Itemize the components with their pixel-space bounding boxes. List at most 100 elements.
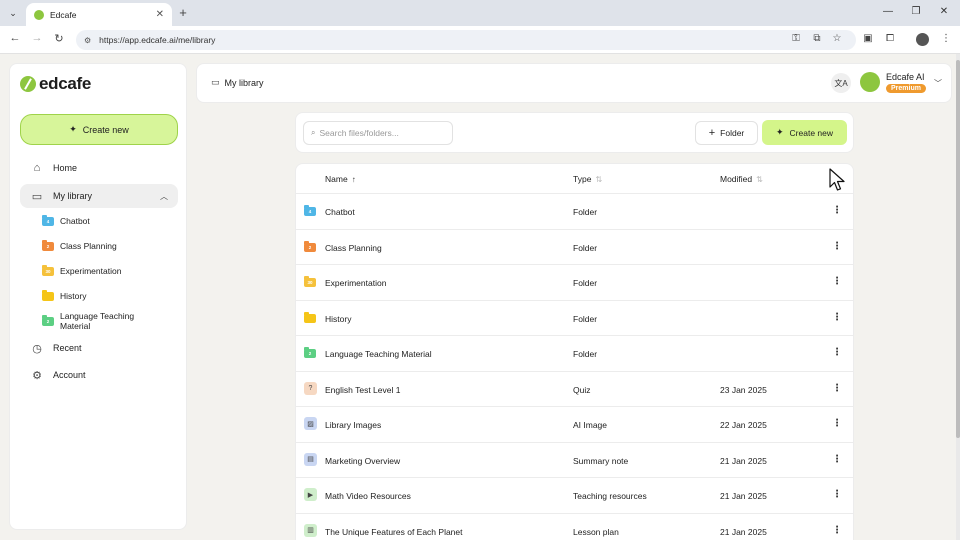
profile-avatar[interactable]: [916, 33, 929, 46]
forward-icon[interactable]: →: [30, 32, 44, 44]
avatar[interactable]: [860, 72, 880, 92]
row-name[interactable]: Marketing Overview: [325, 456, 400, 466]
column-header-modified[interactable]: Modified ⇅: [720, 174, 763, 184]
install-app-icon[interactable]: ⧉: [810, 33, 824, 44]
row-name[interactable]: The Unique Features of Each Planet: [325, 527, 463, 537]
address-bar: ← → ↻ ⚙ https://app.edcafe.ai/me/library…: [0, 26, 960, 54]
more-options-icon[interactable]: ⋮: [832, 241, 842, 252]
library-table: Name ↑ Type ⇅ Modified ⇅ 4 Chatbot Folder ⋮…: [295, 163, 854, 540]
sort-toggle-icon: ⇅: [756, 174, 763, 184]
table-row[interactable]: 2 Class Planning Folder ⋮: [296, 230, 853, 265]
close-tab-icon[interactable]: ✕: [156, 9, 164, 20]
sparkle-icon: ✦: [69, 124, 77, 134]
table-header: Name ↑ Type ⇅ Modified ⇅: [296, 164, 853, 194]
edcafe-bean-icon: [20, 76, 36, 92]
logo-text: edcafe: [39, 74, 92, 93]
search-box[interactable]: ⌕: [303, 121, 453, 145]
restore-icon[interactable]: ❐: [909, 6, 923, 17]
more-options-icon[interactable]: ⋮: [832, 276, 842, 287]
new-tab-icon[interactable]: +: [176, 5, 190, 20]
plus-icon: +: [708, 127, 716, 139]
row-modified: 21 Jan 2025: [720, 491, 767, 501]
row-name[interactable]: Chatbot: [325, 207, 355, 217]
row-type: Summary note: [573, 455, 629, 466]
sidebar-item-label: Home: [53, 163, 78, 173]
table-row[interactable]: ? English Test Level 1 Quiz 23 Jan 2025 ⋮: [296, 372, 853, 407]
reload-icon[interactable]: ↻: [52, 32, 66, 45]
search-input[interactable]: [319, 128, 440, 138]
site-info-icon[interactable]: ⚙: [84, 36, 91, 45]
row-name[interactable]: History: [325, 314, 351, 324]
more-options-icon[interactable]: ⋮: [832, 525, 842, 536]
sidebar-folder-history[interactable]: History: [42, 289, 178, 301]
folder-icon: 2: [304, 347, 316, 358]
more-options-icon[interactable]: ⋮: [832, 312, 842, 323]
lesson-plan-icon: ▥: [304, 523, 317, 537]
new-folder-button[interactable]: + Folder: [695, 121, 758, 145]
sidebar-item-recent[interactable]: ◷ Recent: [20, 336, 178, 360]
table-row[interactable]: 30 Experimentation Folder ⋮: [296, 265, 853, 301]
chevron-up-icon[interactable]: ︿: [160, 191, 168, 202]
edcafe-logo[interactable]: edcafe: [20, 74, 91, 94]
table-row[interactable]: 4 Chatbot Folder ⋮: [296, 194, 853, 230]
sidebar: edcafe ✦ Create new ⌂ Home ▭ My library …: [9, 63, 187, 530]
user-name[interactable]: Edcafe AI: [886, 72, 925, 82]
more-options-icon[interactable]: ⋮: [832, 454, 842, 465]
more-options-icon[interactable]: ⋮: [832, 347, 842, 358]
create-new-button[interactable]: ✦ Create new: [762, 120, 847, 145]
column-header-type[interactable]: Type ⇅: [573, 174, 602, 184]
translate-icon[interactable]: 文A: [831, 73, 851, 93]
browser-menu-icon[interactable]: ⋮: [939, 33, 953, 44]
breadcrumb-label: My library: [224, 77, 264, 88]
library-drive-icon: ▭: [211, 77, 220, 87]
table-row[interactable]: ▥ The Unique Features of Each Planet Lesso…: [296, 514, 853, 540]
row-modified: 21 Jan 2025: [720, 455, 767, 466]
gear-icon: ⚙: [32, 369, 42, 382]
media-icon[interactable]: ▣: [861, 33, 875, 44]
tab-search-chevron-icon[interactable]: ⌄: [5, 5, 21, 21]
row-name[interactable]: Library Images: [325, 420, 381, 430]
row-name[interactable]: English Test Level 1: [325, 385, 400, 395]
url-field[interactable]: ⚙ https://app.edcafe.ai/me/library: [76, 30, 856, 50]
sidebar-folder-experimentation[interactable]: 30 Experimentation: [42, 264, 178, 276]
back-icon[interactable]: ←: [8, 32, 22, 44]
bookmark-star-icon[interactable]: ☆: [830, 33, 844, 44]
table-row[interactable]: History Folder ⋮: [296, 301, 853, 336]
more-options-icon[interactable]: ⋮: [832, 418, 842, 429]
chevron-down-icon[interactable]: ﹀: [934, 78, 942, 89]
row-name[interactable]: Language Teaching Material: [325, 349, 432, 359]
row-type: Folder: [573, 349, 598, 359]
url-text: https://app.edcafe.ai/me/library: [99, 35, 216, 45]
table-row[interactable]: ▨ Library Images AI Image 22 Jan 2025 ⋮: [296, 407, 853, 443]
more-options-icon[interactable]: ⋮: [832, 383, 842, 394]
row-name[interactable]: Class Planning: [325, 243, 382, 253]
sidebar-item-my-library[interactable]: ▭ My library ︿: [20, 184, 178, 208]
more-options-icon[interactable]: ⋮: [832, 205, 842, 216]
table-row[interactable]: 2 Language Teaching Material Folder ⋮: [296, 336, 853, 372]
library-toolbar: ⌕ + Folder ✦ Create new: [295, 112, 854, 153]
password-key-icon[interactable]: ⚿: [789, 33, 803, 44]
folder-icon: 2: [42, 314, 54, 326]
browser-tab-bar: ⌄ Edcafe ✕ + — ❐ ✕: [0, 0, 960, 26]
sidebar-folder-chatbot[interactable]: 4 Chatbot: [42, 214, 178, 226]
more-options-icon[interactable]: ⋮: [832, 489, 842, 500]
table-row[interactable]: ▶ Math Video Resources Teaching resources 2…: [296, 478, 853, 514]
column-header-name[interactable]: Name ↑: [325, 174, 356, 184]
column-label: Modified: [720, 174, 753, 184]
table-row[interactable]: ▤ Marketing Overview Summary note 21 Jan 20…: [296, 443, 853, 478]
sidebar-folder-class-planning[interactable]: 2 Class Planning: [42, 239, 178, 251]
mouse-cursor-icon: [829, 168, 845, 191]
folder-icon: [42, 289, 54, 301]
sidebar-folder-language-teaching-material[interactable]: 2 Language Teaching Material: [42, 311, 178, 331]
row-name[interactable]: Experimentation: [325, 278, 386, 288]
sidebar-item-account[interactable]: ⚙ Account: [20, 363, 178, 387]
extensions-icon[interactable]: ⧠: [883, 33, 897, 44]
minimize-icon[interactable]: —: [881, 6, 895, 17]
close-window-icon[interactable]: ✕: [937, 6, 951, 17]
sidebar-item-home[interactable]: ⌂ Home: [20, 156, 178, 180]
row-name[interactable]: Math Video Resources: [325, 491, 411, 501]
browser-tab[interactable]: Edcafe ✕: [26, 3, 172, 26]
folder-label: Experimentation: [60, 266, 122, 276]
sidebar-create-new-button[interactable]: ✦ Create new: [20, 114, 178, 145]
page-scrollbar-thumb[interactable]: [956, 60, 960, 438]
